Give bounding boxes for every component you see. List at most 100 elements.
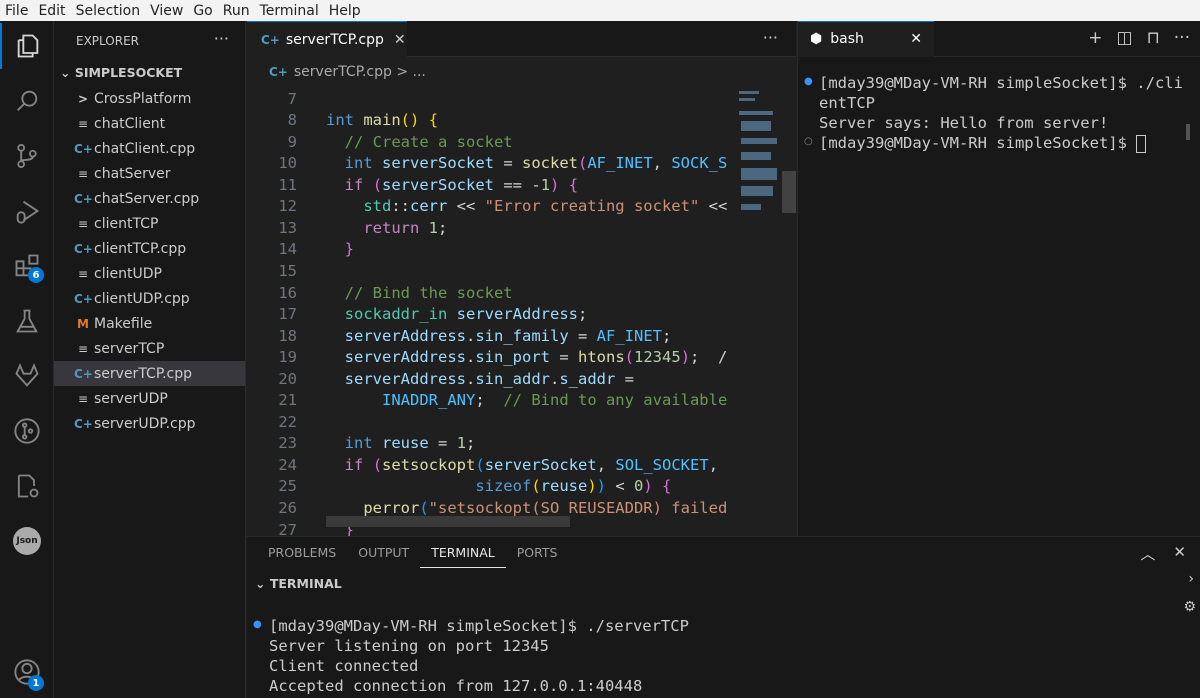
breadcrumb[interactable]: C+serverTCP.cpp > ... xyxy=(247,57,796,86)
code-token: SOCK_S xyxy=(671,154,727,172)
code-line: perror("setsockopt(SO_REUSEADDR) failed xyxy=(326,499,727,517)
tab-bash[interactable]: ⬢bash✕ xyxy=(798,21,934,57)
terminal-line: [mday39@MDay-VM-RH simpleSocket]$ ./serv… xyxy=(269,616,1147,636)
code-token: { xyxy=(662,477,671,495)
menu-terminal[interactable]: Terminal xyxy=(255,3,324,19)
editor-more-button[interactable]: ··· xyxy=(763,28,778,47)
lock-icon[interactable]: ⊓ xyxy=(1147,28,1160,48)
file-item[interactable]: ≡clientTCP xyxy=(54,211,245,236)
file-item[interactable]: ≡chatClient xyxy=(54,111,245,136)
line-number: 21 xyxy=(247,391,297,409)
terminal-output[interactable]: ● ○ [mday39@MDay-VM-RH simpleSocket]$ ./… xyxy=(798,73,1188,153)
line-number: 22 xyxy=(247,413,297,431)
more-actions-icon[interactable]: ··· xyxy=(1174,28,1190,48)
testing-icon[interactable] xyxy=(0,298,54,344)
json-icon[interactable]: Json xyxy=(0,518,54,564)
remote-explorer-icon[interactable] xyxy=(0,463,54,509)
split-editor-icon[interactable]: ◫ xyxy=(1116,28,1132,48)
explorer-icon[interactable] xyxy=(0,23,54,69)
menu-help[interactable]: Help xyxy=(324,3,366,19)
file-item[interactable]: ≡serverTCP xyxy=(54,336,245,361)
file-item[interactable]: C+serverUDP.cpp xyxy=(54,411,245,436)
code-token: serverAddress xyxy=(457,305,578,323)
extensions-icon[interactable]: 6 xyxy=(0,243,54,289)
menu-go[interactable]: Go xyxy=(188,3,217,19)
close-tab-icon[interactable]: ✕ xyxy=(394,32,406,48)
file-label: serverTCP xyxy=(94,341,164,357)
file-item[interactable]: ≡chatServer xyxy=(54,161,245,186)
panel-tab-terminal[interactable]: TERMINAL xyxy=(420,537,506,568)
code-token: cerr xyxy=(410,197,447,215)
run-debug-icon[interactable] xyxy=(0,188,54,234)
code-token xyxy=(363,176,372,194)
menu-selection[interactable]: Selection xyxy=(71,3,146,19)
code-token: ) xyxy=(587,477,596,495)
terminal-scrollbar[interactable] xyxy=(1186,124,1190,140)
code-token: if xyxy=(345,176,364,194)
code-token xyxy=(326,391,382,409)
panel-tab-ports[interactable]: PORTS xyxy=(506,537,569,568)
terminal-icon: ⬢ xyxy=(810,31,822,47)
file-label: chatServer xyxy=(94,166,171,182)
file-lines-icon: ≡ xyxy=(74,267,92,281)
extensions-badge: 6 xyxy=(28,267,44,283)
search-icon[interactable] xyxy=(0,78,54,124)
cpp-icon: C+ xyxy=(74,367,92,381)
debug-console-icon[interactable]: ⚙ xyxy=(1183,599,1196,615)
file-label: clientTCP xyxy=(94,216,158,232)
terminal-editor: ⬢bash✕ + ◫ ⊓ ··· ● ○ [mday39@MDay-VM-RH … xyxy=(797,21,1200,536)
panel-tab-problems[interactable]: PROBLEMS xyxy=(257,537,347,568)
minimap[interactable] xyxy=(731,86,781,226)
maximize-panel-icon[interactable]: ︿ xyxy=(1140,543,1155,564)
cpp-icon: C+ xyxy=(74,292,92,306)
menu-run[interactable]: Run xyxy=(218,3,255,19)
tab-servertcp-cpp[interactable]: C+serverTCP.cpp✕ xyxy=(247,21,407,57)
file-item[interactable]: >CrossPlatform xyxy=(54,86,245,111)
code-token: sin_port xyxy=(475,348,550,366)
new-terminal-icon[interactable]: + xyxy=(1088,28,1102,48)
file-item[interactable]: C+chatClient.cpp xyxy=(54,136,245,161)
file-label: serverUDP.cpp xyxy=(94,416,196,432)
terminal-line: Server listening on port 12345 xyxy=(269,636,1147,656)
git-graph-icon[interactable] xyxy=(0,408,54,454)
menu-view[interactable]: View xyxy=(145,3,188,19)
code-token xyxy=(326,305,345,323)
file-item[interactable]: C+serverTCP.cpp xyxy=(54,361,245,386)
menu-edit[interactable]: Edit xyxy=(33,3,70,19)
line-number: 23 xyxy=(247,434,297,452)
file-item[interactable]: C+clientTCP.cpp xyxy=(54,236,245,261)
code-token: // Bind to any available xyxy=(503,391,727,409)
code-token: std xyxy=(363,197,391,215)
code-token: "Error creating socket" xyxy=(485,197,700,215)
file-item[interactable]: ≡clientUDP xyxy=(54,261,245,286)
editor-horizontal-scrollbar[interactable] xyxy=(326,516,570,527)
editor-group: C+serverTCP.cpp✕ ··· C+serverTCP.cpp > .… xyxy=(247,21,796,536)
workspace-root[interactable]: ⌄ SIMPLESOCKET xyxy=(60,65,182,80)
code-token: ( xyxy=(531,477,540,495)
editor-scrollbar[interactable] xyxy=(782,171,796,213)
code-token: = xyxy=(615,370,634,388)
code-token: . xyxy=(550,370,559,388)
accounts-icon[interactable]: 1 xyxy=(0,649,54,695)
code-editor[interactable]: 6#include <iostream>78int main() {9 // C… xyxy=(247,86,727,536)
code-token xyxy=(326,434,345,452)
close-panel-icon[interactable]: ✕ xyxy=(1173,543,1186,564)
code-token: ( xyxy=(373,456,382,474)
close-tab-icon[interactable]: ✕ xyxy=(910,31,922,47)
source-control-icon[interactable] xyxy=(0,133,54,179)
code-token: 12345 xyxy=(634,348,681,366)
line-number: 7 xyxy=(247,90,297,108)
code-token: :: xyxy=(391,197,410,215)
panel-tab-output[interactable]: OUTPUT xyxy=(347,537,420,568)
gitlab-icon[interactable] xyxy=(0,353,54,399)
file-item[interactable]: C+chatServer.cpp xyxy=(54,186,245,211)
explorer-more-button[interactable]: ··· xyxy=(214,29,229,48)
file-item[interactable]: MMakefile xyxy=(54,311,245,336)
chevron-right-icon[interactable]: › xyxy=(1188,571,1194,587)
menu-file[interactable]: File xyxy=(0,3,33,19)
panel-terminal-output[interactable]: ● [mday39@MDay-VM-RH simpleSocket]$ ./se… xyxy=(247,616,1147,696)
file-item[interactable]: C+clientUDP.cpp xyxy=(54,286,245,311)
file-item[interactable]: ≡serverUDP xyxy=(54,386,245,411)
terminal-section-header[interactable]: ⌄ TERMINAL xyxy=(247,570,1177,596)
command-success-icon: ● xyxy=(253,619,262,630)
